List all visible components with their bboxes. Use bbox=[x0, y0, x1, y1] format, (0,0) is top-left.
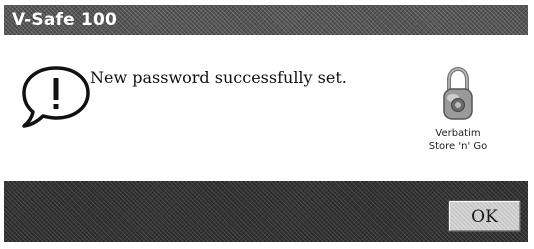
brand-text: Verbatim Store 'n' Go bbox=[418, 127, 498, 153]
window-title: V-Safe 100 bbox=[12, 10, 118, 30]
message-text: New password successfully set. bbox=[90, 68, 347, 87]
brand-logo: Verbatim Store 'n' Go bbox=[418, 65, 498, 175]
brand-product: Store 'n' Go bbox=[428, 141, 488, 152]
message-dialog: V-Safe 100 New password successfully set… bbox=[4, 5, 528, 242]
ok-button[interactable]: OK bbox=[448, 200, 521, 232]
title-bar[interactable]: V-Safe 100 bbox=[4, 5, 528, 35]
brand-name: Verbatim bbox=[435, 128, 481, 139]
padlock-icon bbox=[443, 66, 473, 120]
info-icon bbox=[22, 66, 90, 128]
dialog-content: New password successfully set. Verbatim … bbox=[4, 35, 528, 181]
dialog-footer: OK bbox=[4, 181, 528, 242]
